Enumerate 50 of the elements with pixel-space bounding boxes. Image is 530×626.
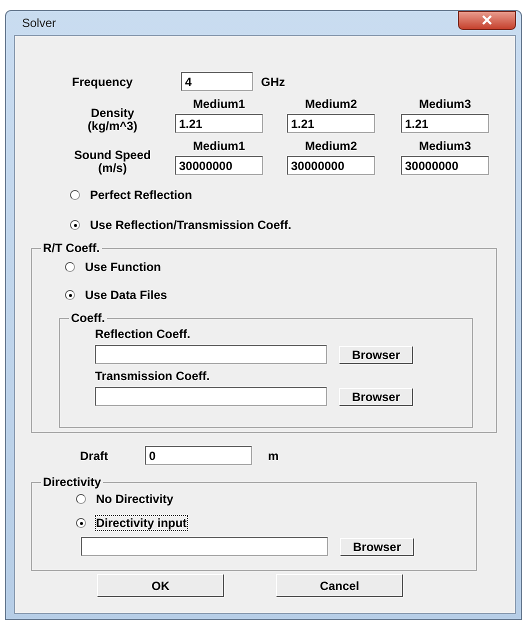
browser-button[interactable]: Browser bbox=[340, 538, 414, 556]
property-label: Density bbox=[90, 107, 134, 120]
radio-button[interactable] bbox=[70, 190, 80, 200]
file-path-field[interactable] bbox=[95, 345, 327, 364]
file-label: Transmission Coeff. bbox=[95, 369, 211, 383]
medium-value-field[interactable]: 1.21 bbox=[287, 114, 375, 133]
medium-heading: Medium3 bbox=[418, 139, 471, 153]
dialog-button[interactable]: OK bbox=[97, 574, 224, 597]
medium-heading: Medium3 bbox=[418, 97, 471, 111]
group-title: Coeff. bbox=[70, 311, 106, 325]
medium-heading: Medium1 bbox=[192, 97, 245, 111]
medium-heading: Medium1 bbox=[192, 139, 245, 153]
radio-button[interactable] bbox=[65, 290, 75, 300]
radio-button[interactable] bbox=[70, 220, 80, 230]
radio-label[interactable]: Directivity input bbox=[96, 516, 187, 530]
radio-button[interactable] bbox=[76, 518, 86, 528]
radio-label[interactable]: Use Reflection/Transmission Coeff. bbox=[90, 218, 292, 232]
draft-field[interactable]: 0 bbox=[145, 446, 252, 465]
property-label: Sound Speed bbox=[74, 149, 151, 162]
file-label: Reflection Coeff. bbox=[95, 327, 192, 341]
dialog-button[interactable]: Cancel bbox=[276, 574, 403, 597]
medium-heading: Medium2 bbox=[304, 97, 357, 111]
medium-value-field[interactable]: 30000000 bbox=[401, 156, 489, 175]
browser-button[interactable]: Browser bbox=[339, 346, 413, 364]
frequency-unit: GHz bbox=[261, 74, 285, 88]
medium-value-field[interactable]: 30000000 bbox=[175, 156, 263, 175]
file-path-field[interactable] bbox=[81, 537, 328, 556]
close-button[interactable] bbox=[458, 10, 516, 30]
frequency-field[interactable]: 4 bbox=[181, 72, 253, 91]
property-label: (kg/m^3) bbox=[88, 120, 138, 133]
group-title: R/T Coeff. bbox=[42, 241, 101, 255]
radio-label[interactable]: No Directivity bbox=[96, 492, 174, 506]
property-label: (m/s) bbox=[98, 162, 127, 175]
medium-value-field[interactable]: 30000000 bbox=[287, 156, 375, 175]
radio-button[interactable] bbox=[76, 494, 86, 504]
medium-value-field[interactable]: 1.21 bbox=[401, 114, 489, 133]
radio-label[interactable]: Use Function bbox=[85, 260, 162, 274]
radio-button[interactable] bbox=[65, 262, 75, 272]
close-icon bbox=[480, 15, 494, 25]
group-title: Directivity bbox=[42, 475, 102, 489]
medium-value-field[interactable]: 1.21 bbox=[175, 114, 263, 133]
medium-heading: Medium2 bbox=[304, 139, 357, 153]
radio-label[interactable]: Perfect Reflection bbox=[90, 188, 192, 202]
draft-unit: m bbox=[268, 448, 279, 462]
radio-label[interactable]: Use Data Files bbox=[85, 288, 168, 302]
browser-button[interactable]: Browser bbox=[339, 388, 413, 406]
window-title: Solver bbox=[21, 16, 56, 30]
file-path-field[interactable] bbox=[95, 387, 327, 406]
draft-label: Draft bbox=[80, 448, 110, 462]
frequency-label: Frequency bbox=[72, 74, 134, 88]
